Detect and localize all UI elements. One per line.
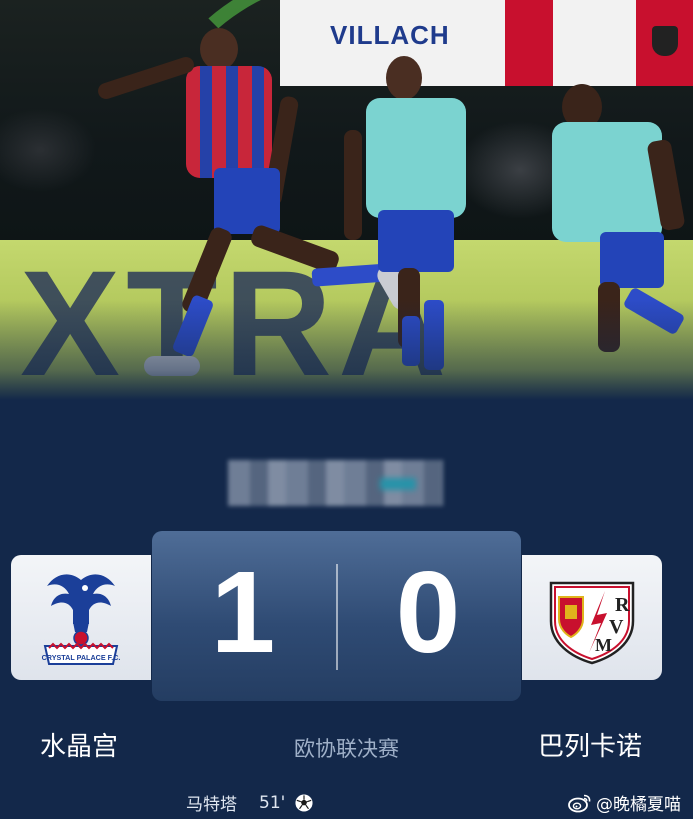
crystal-palace-crest-icon: CRYSTAL PALACE F.C. [42,573,121,665]
banner-flag [636,0,693,86]
home-score: 1 [210,547,276,677]
banner-flag-stripe [505,0,553,86]
hero-fade-overlay [0,300,693,400]
goal-scorer-row: 马特塔 51' [186,790,313,815]
weibo-watermark: @晚橘夏喵 [568,790,681,815]
svg-text:M: M [595,635,612,655]
watermark-text: @晚橘夏喵 [596,795,681,815]
hero-photo: VILLACH XTRA [0,0,693,400]
away-team-name: 巴列卡诺 [538,732,643,762]
home-team-card[interactable]: CRYSTAL PALACE F.C. [11,555,151,680]
scorer-name: 马特塔 [186,795,237,815]
away-score: 0 [395,547,461,677]
rayo-vallecano-crest-icon: R V M [549,581,635,664]
score-divider [336,564,338,670]
banner-text: VILLACH [330,20,450,50]
svg-text:R: R [615,594,630,616]
soccer-ball-icon [295,793,313,812]
away-team-card[interactable]: R V M [522,555,662,680]
weibo-icon [568,794,591,812]
svg-text:CRYSTAL PALACE F.C.: CRYSTAL PALACE F.C. [42,653,121,662]
goal-minute: 51' [259,792,286,813]
blurred-label [228,460,443,506]
